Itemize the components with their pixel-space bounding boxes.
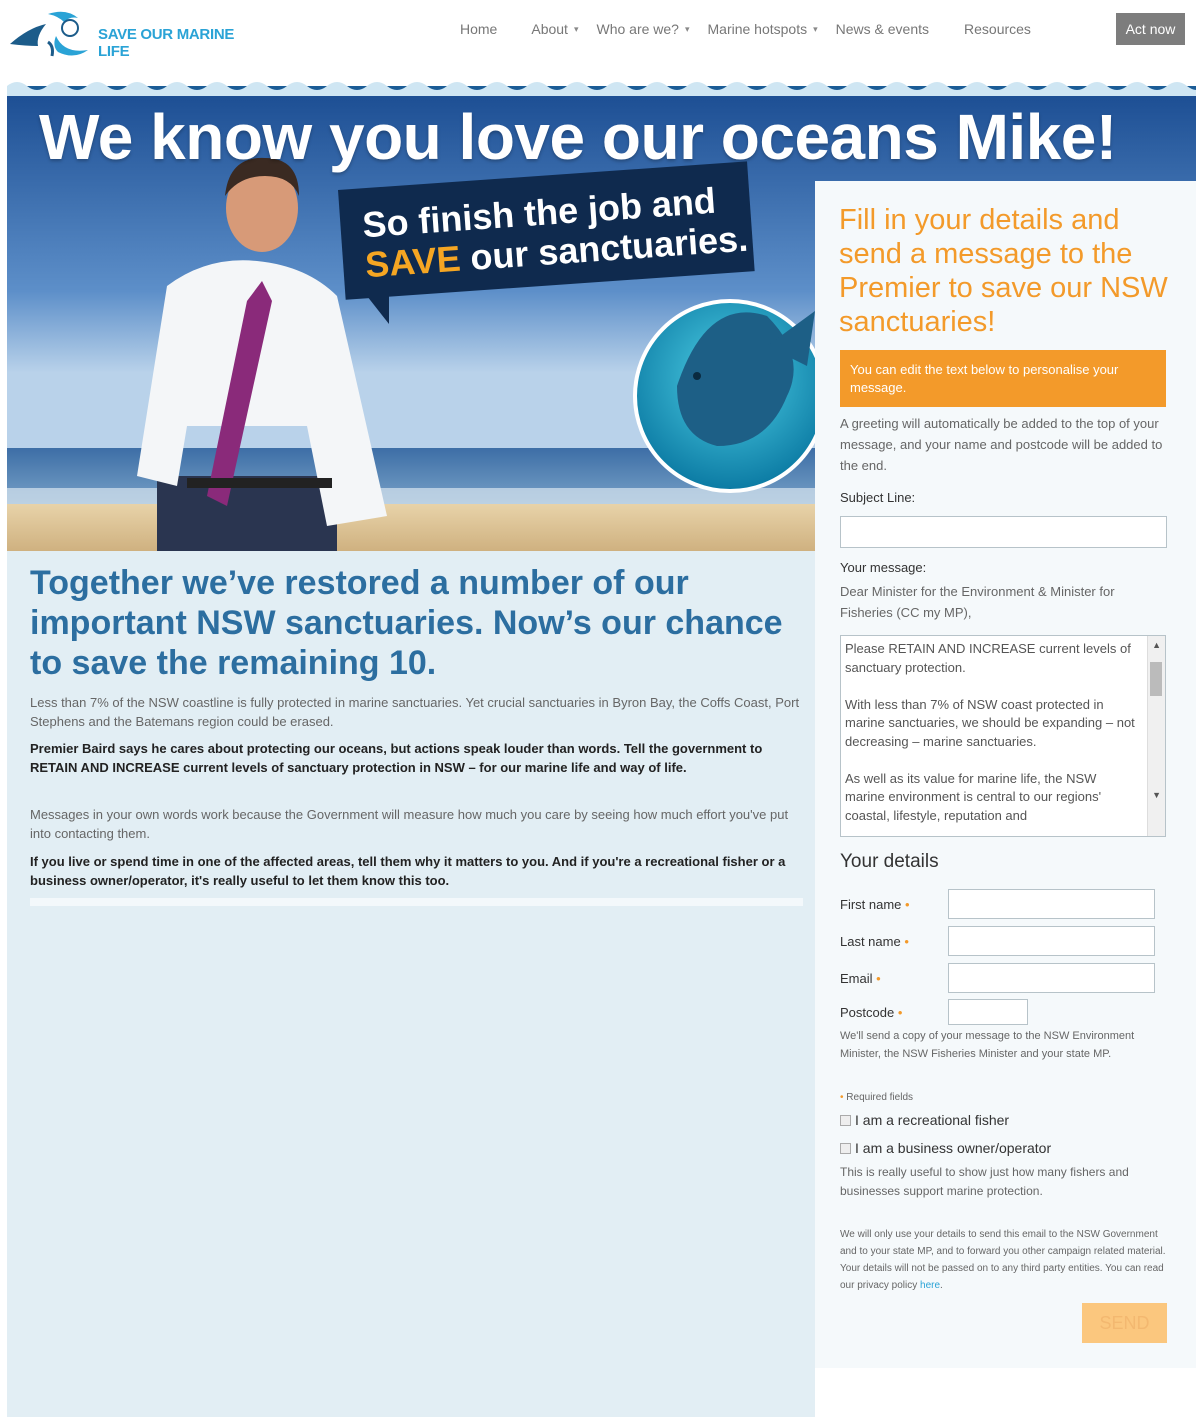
subject-label: Subject Line: bbox=[840, 490, 916, 505]
message-label: Your message: bbox=[840, 560, 927, 575]
required-mark: • bbox=[904, 934, 909, 949]
required-mark: • bbox=[840, 1092, 844, 1103]
fisher-checkbox-label: I am a recreational fisher bbox=[855, 1112, 1010, 1128]
email-input[interactable] bbox=[948, 963, 1155, 993]
check-note: This is really useful to show just how m… bbox=[840, 1165, 1129, 1198]
hero-title: We know you love our oceans Mike! bbox=[39, 101, 1117, 173]
label-text: Last name bbox=[840, 934, 901, 949]
last-name-input[interactable] bbox=[948, 926, 1155, 956]
intro-paragraph-4: If you live or spend time in one of the … bbox=[30, 854, 786, 888]
label-text: Postcode bbox=[840, 1005, 895, 1020]
form-title: Fill in your details and send a message … bbox=[839, 204, 1168, 338]
last-name-label: Last name • bbox=[840, 934, 909, 949]
scroll-up-icon[interactable]: ▲ bbox=[1152, 640, 1161, 650]
business-checkbox-row[interactable]: I am a business owner/operator bbox=[840, 1140, 1051, 1156]
required-mark: • bbox=[905, 897, 910, 912]
privacy-note: We will only use your details to send th… bbox=[840, 1226, 1170, 1294]
fisher-checkbox[interactable] bbox=[840, 1114, 851, 1126]
privacy-link[interactable]: here bbox=[920, 1280, 940, 1291]
nav-home[interactable]: Home bbox=[443, 21, 514, 37]
caret-down-icon: ▾ bbox=[573, 23, 579, 34]
intro-paragraph-2: Premier Baird says he cares about protec… bbox=[30, 741, 763, 775]
textarea-scrollbar[interactable]: ▲ ▼ bbox=[1147, 636, 1165, 836]
nav-who-are-we[interactable]: Who are we? ▾ bbox=[595, 21, 706, 37]
intro-paragraph-1: Less than 7% of the NSW coastline is ful… bbox=[30, 695, 800, 729]
send-button[interactable]: SEND bbox=[1082, 1303, 1167, 1343]
details-heading: Your details bbox=[840, 851, 939, 872]
nav-label: About bbox=[531, 21, 568, 37]
scroll-thumb[interactable] bbox=[1150, 662, 1162, 696]
intro-content: Together we’ve restored a number of our … bbox=[7, 551, 815, 1417]
required-note: • Required fields bbox=[840, 1089, 1160, 1107]
site-logo[interactable]: SAVE OUR MARINE LIFE bbox=[8, 6, 248, 62]
nav-label: Marine hotspots bbox=[707, 21, 808, 37]
required-note-text: Required fields bbox=[846, 1092, 914, 1103]
postcode-label: Postcode • bbox=[840, 1005, 902, 1020]
copy-note: We'll send a copy of your message to the… bbox=[840, 1030, 1135, 1060]
message-textarea[interactable]: Please RETAIN AND INCREASE current level… bbox=[840, 635, 1166, 837]
greeting-info: A greeting will automatically be added t… bbox=[840, 416, 1163, 473]
label-text: Email bbox=[840, 971, 873, 986]
business-checkbox[interactable] bbox=[840, 1142, 851, 1154]
intro-paragraph-3: Messages in your own words work because … bbox=[30, 807, 789, 841]
nav-news-events[interactable]: News & events bbox=[835, 21, 946, 37]
personalise-note: You can edit the text below to personali… bbox=[840, 350, 1166, 407]
act-now-button[interactable]: Act now bbox=[1116, 13, 1185, 45]
message-salutation: Dear Minister for the Environment & Mini… bbox=[840, 584, 1115, 620]
nav-marine-hotspots[interactable]: Marine hotspots ▾ bbox=[707, 21, 835, 37]
fish-photo bbox=[633, 299, 827, 493]
site-header: SAVE OUR MARINE LIFE Home About ▾ Who are… bbox=[0, 0, 1196, 74]
bubble-highlight: SAVE bbox=[363, 237, 462, 286]
scroll-down-icon[interactable]: ▼ bbox=[1152, 790, 1161, 800]
wave-divider bbox=[7, 82, 1196, 98]
first-name-input[interactable] bbox=[948, 889, 1155, 919]
nav-label: Home bbox=[460, 21, 498, 37]
logo-fish-icon bbox=[10, 11, 88, 57]
subject-input[interactable] bbox=[840, 516, 1167, 548]
label-text: First name bbox=[840, 897, 902, 912]
privacy-text: We will only use your details to send th… bbox=[840, 1229, 1166, 1291]
required-mark: • bbox=[876, 971, 881, 986]
caret-down-icon: ▾ bbox=[684, 23, 690, 34]
nav-about[interactable]: About ▾ bbox=[514, 21, 595, 37]
business-checkbox-label: I am a business owner/operator bbox=[855, 1140, 1052, 1156]
nav-label: News & events bbox=[835, 21, 930, 37]
speech-bubble-tail bbox=[367, 296, 389, 324]
fisher-checkbox-row[interactable]: I am a recreational fisher bbox=[840, 1112, 1009, 1128]
message-form: Fill in your details and send a message … bbox=[815, 181, 1196, 1368]
first-name-label: First name • bbox=[840, 897, 910, 912]
email-label: Email • bbox=[840, 971, 881, 986]
caret-down-icon: ▾ bbox=[813, 23, 818, 34]
main-nav: Home About ▾ Who are we? ▾ Marine hotspots… bbox=[443, 13, 1048, 45]
message-text: Please RETAIN AND INCREASE current level… bbox=[845, 641, 1135, 823]
logo-text: SAVE OUR MARINE LIFE bbox=[98, 26, 235, 60]
required-mark: • bbox=[897, 1005, 903, 1020]
nav-resources[interactable]: Resources bbox=[946, 21, 1048, 37]
privacy-end: . bbox=[940, 1280, 943, 1291]
nav-label: Who are we? bbox=[596, 21, 679, 37]
content-divider bbox=[30, 898, 803, 906]
postcode-input[interactable] bbox=[948, 999, 1028, 1025]
nav-label: Resources bbox=[964, 21, 1031, 37]
lead-heading: Together we’ve restored a number of our … bbox=[30, 564, 783, 682]
